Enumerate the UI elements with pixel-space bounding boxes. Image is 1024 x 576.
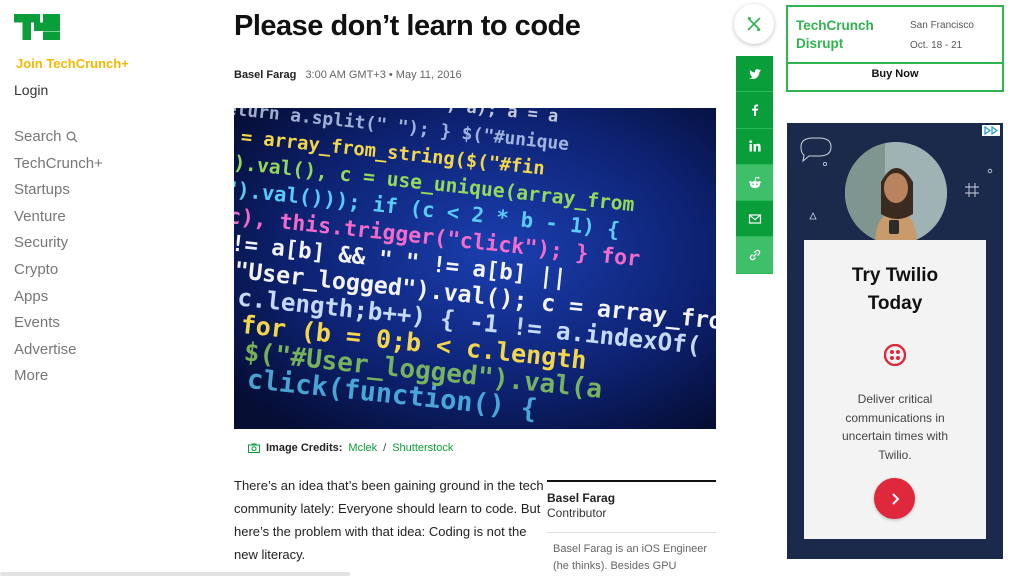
ad-headline: Try Twilio Today — [851, 265, 939, 314]
share-email-button[interactable] — [736, 201, 773, 238]
disrupt-promo[interactable]: TechCrunch Disrupt San Francisco Oct. 18… — [786, 5, 1004, 92]
credit-separator: / — [383, 442, 387, 454]
sidebar-item-events[interactable]: Events — [14, 314, 103, 341]
disrupt-brand-line1: TechCrunch — [796, 18, 874, 33]
share-facebook-button[interactable] — [736, 92, 773, 129]
timestamp: 3:00 AM GMT+3 • May 11, 2016 — [305, 69, 462, 81]
hero-image: ) = replaceAll(",", " ", a); a = areturn… — [234, 108, 716, 429]
search-label: Search — [14, 128, 62, 145]
sidebar-item-search[interactable]: Search — [14, 128, 103, 155]
share-linkedin-button[interactable] — [736, 128, 773, 165]
facebook-icon — [751, 104, 758, 116]
close-icon — [747, 17, 761, 31]
article-paragraph: There’s an idea that’s been gaining grou… — [234, 478, 544, 562]
ad-person-photo — [845, 142, 947, 244]
sidebar-item-security[interactable]: Security — [14, 234, 103, 261]
image-credits: Image Credits: Mclek / Shutterstock — [248, 442, 453, 454]
join-techcrunch-plus-link[interactable]: Join TechCrunch+ — [16, 56, 129, 71]
search-icon — [66, 131, 77, 143]
author-box: Basel Farag Contributor Basel Farag is a… — [547, 480, 716, 576]
chevron-right-icon — [891, 492, 899, 505]
credit-link-mclek[interactable]: Mclek — [348, 442, 377, 454]
disrupt-city: San Francisco — [910, 20, 974, 31]
sidebar-nav: Search TechCrunch+ Startups Venture Secu… — [14, 128, 103, 394]
login-link[interactable]: Login — [14, 82, 48, 98]
author-link[interactable]: Basel Farag — [234, 69, 296, 81]
share-rail — [736, 56, 773, 274]
sidebar-item-startups[interactable]: Startups — [14, 181, 103, 208]
disrupt-dates: Oct. 18 - 21 — [910, 40, 963, 51]
ad-card: Try Twilio Today Deliver critical commun… — [804, 240, 986, 539]
share-reddit-button[interactable] — [736, 164, 773, 202]
close-share-button[interactable] — [734, 4, 774, 44]
ad-cta-button[interactable] — [874, 478, 915, 519]
sidebar-item-venture[interactable]: Venture — [14, 208, 103, 235]
author-box-name[interactable]: Basel Farag — [547, 491, 716, 505]
author-box-bio: Basel Farag is an iOS Engineer (he think… — [547, 532, 716, 576]
techcrunch-logo-icon[interactable] — [14, 14, 60, 40]
author-box-role: Contributor — [547, 506, 607, 520]
ad-description: Deliver critical communications in uncer… — [841, 392, 949, 462]
reddit-icon — [748, 176, 761, 188]
disrupt-brand: TechCrunch Disrupt — [796, 17, 906, 53]
credit-link-shutterstock[interactable]: Shutterstock — [392, 442, 453, 454]
camera-icon — [248, 443, 260, 453]
horizontal-scrollbar[interactable] — [0, 572, 350, 576]
byline: Basel Farag 3:00 AM GMT+3 • May 11, 2016 — [234, 69, 462, 81]
article-title: Please don’t learn to code — [234, 10, 581, 42]
share-copy-link-button[interactable] — [736, 237, 773, 274]
disrupt-details: San Francisco Oct. 18 - 21 — [910, 16, 974, 56]
link-icon — [749, 249, 760, 261]
linkedin-icon — [748, 140, 761, 152]
share-twitter-button[interactable] — [736, 56, 773, 93]
twilio-logo-icon — [884, 344, 906, 366]
email-icon — [748, 214, 761, 224]
sidebar-item-more[interactable]: More — [14, 367, 103, 394]
code-screen-image: ) = replaceAll(",", " ", a); a = areturn… — [234, 108, 716, 429]
twilio-ad[interactable]: Try Twilio Today Deliver critical commun… — [787, 123, 1003, 559]
twitter-icon — [748, 68, 761, 79]
disrupt-brand-line2: Disrupt — [796, 36, 844, 51]
sidebar-item-apps[interactable]: Apps — [14, 288, 103, 315]
credits-label: Image Credits: — [266, 442, 343, 454]
disrupt-divider — [788, 62, 1002, 64]
sidebar-item-techcrunch-plus[interactable]: TechCrunch+ — [14, 155, 103, 182]
adchoices-icon[interactable] — [982, 125, 1000, 136]
sidebar-item-advertise[interactable]: Advertise — [14, 341, 103, 368]
buy-now-button[interactable]: Buy Now — [788, 68, 1002, 80]
sidebar-item-crypto[interactable]: Crypto — [14, 261, 103, 288]
